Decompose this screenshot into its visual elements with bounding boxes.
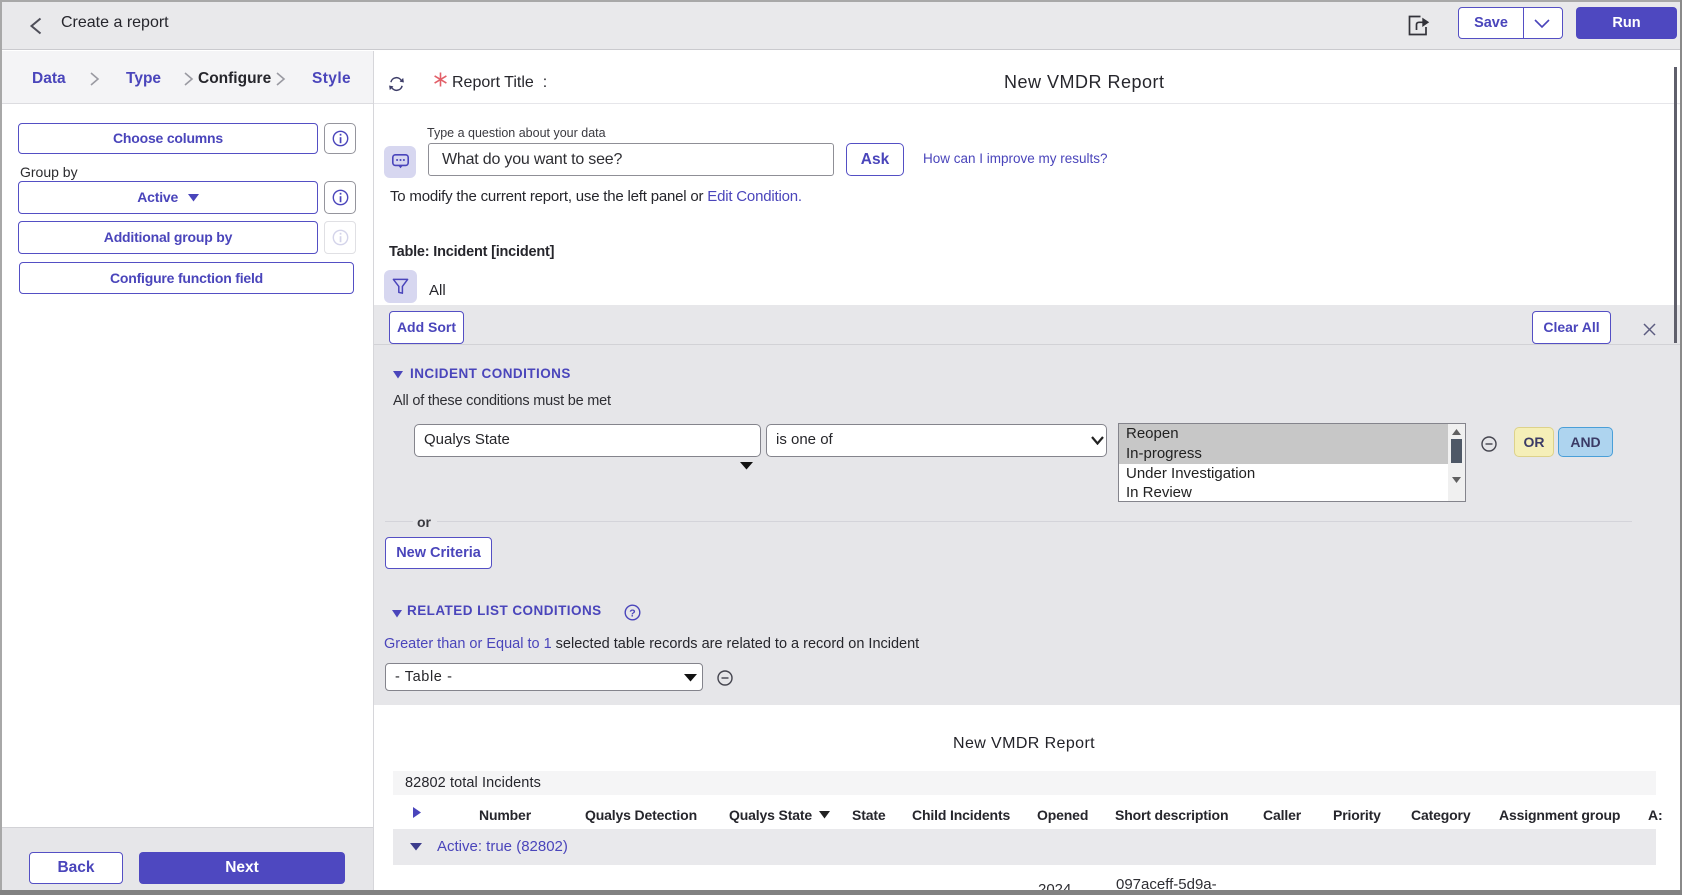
svg-text:?: ? [629, 607, 635, 619]
